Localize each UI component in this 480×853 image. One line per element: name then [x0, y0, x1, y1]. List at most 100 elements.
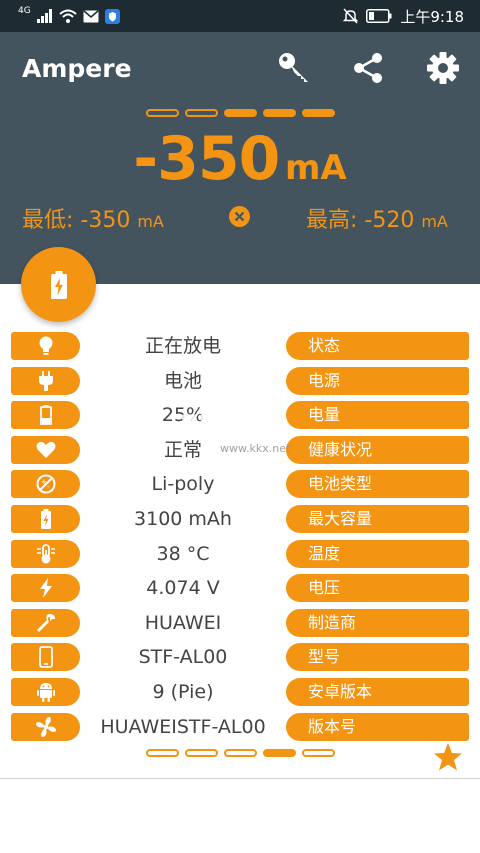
- row-label: 电池类型: [286, 470, 469, 499]
- clock: 上午9:18: [400, 7, 464, 26]
- row-icon-pill: [11, 435, 80, 464]
- mail-icon: [83, 9, 99, 22]
- battery-status-icon: [366, 9, 392, 23]
- list-item: 38 °C 温度: [0, 538, 480, 573]
- page-dot[interactable]: [145, 109, 179, 117]
- max-unit: mA: [421, 212, 448, 231]
- page-dot-active[interactable]: [223, 109, 257, 117]
- current-reading: -350 mA: [0, 124, 480, 194]
- signal-icon: [36, 9, 52, 23]
- list-item: HUAWEISTF-AL00 版本号: [0, 711, 480, 746]
- row-icon-pill: [11, 401, 80, 430]
- wrench-icon: [36, 613, 55, 632]
- list-item: 正在放电 状态: [0, 330, 480, 365]
- screen: 4G 上午9:18 Ampere -350 mA 最低: -350 mA 最高:…: [0, 0, 480, 853]
- list-item: 4.074 V 电压: [0, 572, 480, 607]
- android-icon: [36, 682, 55, 702]
- list-item: 9 (Pie) 安卓版本: [0, 676, 480, 711]
- row-label: 最大容量: [286, 504, 469, 533]
- page-dot[interactable]: [301, 749, 335, 757]
- row-label: 电源: [286, 366, 469, 395]
- row-value: 9 (Pie): [152, 680, 214, 703]
- page-dot-active[interactable]: [262, 109, 296, 117]
- watermark-url: www.kkx.net: [220, 442, 291, 455]
- lightning-icon: [39, 578, 52, 599]
- row-label: 型号: [286, 643, 469, 672]
- min-reading: 最低: -350 mA: [22, 202, 164, 234]
- app-title: Ampere: [22, 54, 132, 83]
- row-value: HUAWEISTF-AL00: [100, 715, 266, 738]
- mute-bell-icon: [343, 8, 359, 24]
- row-icon-pill: [11, 643, 80, 672]
- row-label: 温度: [286, 539, 469, 568]
- min-label: 最低: -350: [22, 208, 131, 233]
- battery-level-icon: [39, 405, 52, 426]
- row-value: 4.074 V: [146, 577, 220, 600]
- row-label: 电压: [286, 574, 469, 603]
- row-icon-pill: [11, 608, 80, 637]
- status-right: 上午9:18: [343, 6, 464, 26]
- row-value: STF-AL00: [138, 646, 228, 669]
- info-list: 正在放电 状态 电池 电源 25% 电量 正常 健康状况 + - Li-poly…: [0, 330, 480, 745]
- key-button[interactable]: [276, 50, 312, 86]
- watermark-logo: KK下载: [180, 410, 266, 438]
- page-dot-active[interactable]: [262, 749, 296, 757]
- row-value: HUAWEI: [144, 611, 222, 634]
- page-dot[interactable]: [184, 749, 218, 757]
- min-unit: mA: [137, 212, 164, 231]
- row-icon-pill: [11, 366, 80, 395]
- list-item: HUAWEI 制造商: [0, 607, 480, 642]
- list-item: + - Li-poly 电池类型: [0, 468, 480, 503]
- close-icon: [234, 211, 245, 222]
- row-value: 正在放电: [144, 335, 221, 357]
- row-icon-pill: [11, 539, 80, 568]
- settings-button[interactable]: [425, 50, 461, 86]
- header: Ampere -350 mA 最低: -350 mA 最高: -520 mA: [0, 32, 480, 284]
- row-label: 版本号: [286, 712, 469, 741]
- row-label: 电量: [286, 401, 469, 430]
- star-icon: [434, 743, 462, 771]
- max-reading: 最高: -520 mA: [306, 202, 448, 234]
- settings-icon: [427, 52, 459, 84]
- current-value: -350: [133, 124, 280, 194]
- row-value: 3100 mAh: [134, 507, 232, 530]
- share-button[interactable]: [350, 50, 386, 86]
- plug-icon: [38, 370, 53, 391]
- phone-icon: [38, 646, 53, 669]
- page-dot[interactable]: [184, 109, 218, 117]
- bottom-divider: [0, 778, 480, 779]
- page-dot[interactable]: [223, 749, 257, 757]
- row-value: Li-poly: [151, 473, 215, 496]
- row-icon-pill: [11, 574, 80, 603]
- max-label: 最高: -520: [306, 208, 415, 233]
- row-label: 安卓版本: [286, 677, 469, 706]
- lightbulb-icon: [39, 336, 52, 355]
- battery-type-icon: + -: [36, 474, 55, 494]
- shield-app-icon: [104, 8, 120, 24]
- list-item: 3100 mAh 最大容量: [0, 503, 480, 538]
- page-dot[interactable]: [145, 749, 179, 757]
- list-item: 电池 电源: [0, 365, 480, 400]
- thermometer-icon: [36, 543, 55, 564]
- status-bar: 4G 上午9:18: [0, 0, 480, 32]
- battery-fab[interactable]: [21, 247, 96, 322]
- row-icon-pill: [11, 332, 80, 360]
- key-icon: [279, 53, 308, 82]
- status-left: 4G: [18, 6, 120, 26]
- row-value: 电池: [163, 369, 202, 392]
- row-icon-pill: [11, 504, 80, 533]
- row-icon-pill: + -: [11, 470, 80, 499]
- rate-button[interactable]: [433, 742, 463, 772]
- row-label: 健康状况: [286, 435, 469, 464]
- reset-button[interactable]: [229, 206, 250, 227]
- row-label: 制造商: [286, 608, 469, 637]
- current-unit: mA: [284, 148, 347, 188]
- page-dot-active[interactable]: [301, 109, 335, 117]
- row-icon-pill: [11, 712, 80, 741]
- svg-text:-: -: [47, 483, 50, 491]
- network-type-label: 4G: [18, 6, 31, 16]
- row-label: 状态: [286, 332, 469, 360]
- top-page-indicator: [0, 109, 480, 117]
- wifi-icon: [59, 9, 77, 23]
- battery-capacity-icon: [40, 508, 51, 529]
